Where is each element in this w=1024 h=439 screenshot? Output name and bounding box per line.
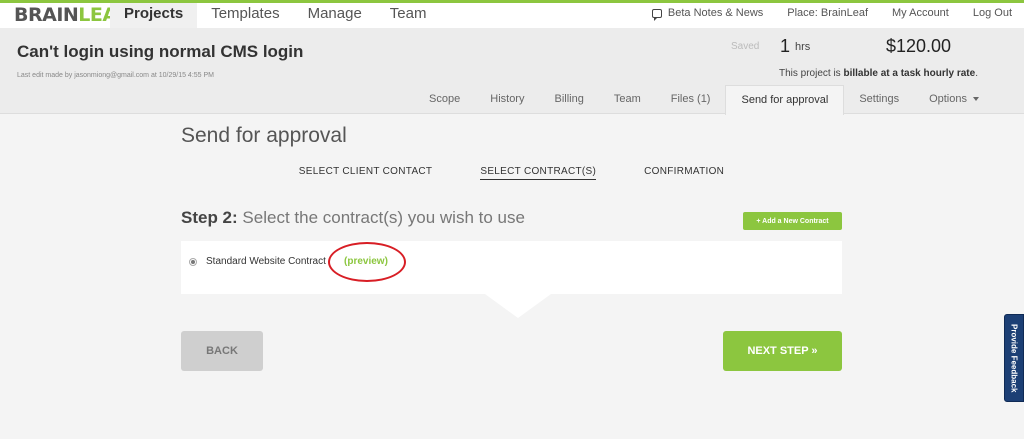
logout-link[interactable]: Log Out	[973, 7, 1012, 19]
nav-team[interactable]: Team	[376, 3, 441, 28]
tab-history[interactable]: History	[475, 85, 539, 114]
billable-info: This project is billable at a task hourl…	[779, 68, 978, 79]
contract-preview-link[interactable]: (preview)	[344, 256, 388, 267]
contract-list: Standard Website Contract (preview)	[181, 241, 842, 294]
provide-feedback-tab[interactable]: Provide Feedback	[1004, 314, 1024, 402]
tab-team[interactable]: Team	[599, 85, 656, 114]
account-nav: Beta Notes & News Place: BrainLeaf My Ac…	[628, 7, 1012, 21]
beta-notes-label: Beta Notes & News	[667, 7, 764, 19]
page-heading: Send for approval	[181, 124, 347, 147]
chat-bubble-icon	[651, 8, 662, 21]
logo-text-brain: BRAIN	[14, 4, 79, 26]
hours-unit: hrs	[795, 41, 811, 53]
back-button[interactable]: BACK	[181, 331, 263, 371]
next-step-button[interactable]: NEXT STEP »	[723, 331, 842, 371]
tab-files[interactable]: Files (1)	[656, 85, 726, 114]
tab-options-label: Options	[929, 93, 967, 105]
beta-notes-link[interactable]: Beta Notes & News	[651, 7, 764, 21]
nav-manage[interactable]: Manage	[294, 3, 376, 28]
contract-name: Standard Website Contract	[206, 256, 326, 267]
main-nav: Projects Templates Manage Team	[110, 3, 440, 28]
caret-down-icon	[973, 97, 979, 102]
contract-radio[interactable]	[189, 258, 197, 266]
nav-projects[interactable]: Projects	[110, 3, 198, 28]
step-heading: Step 2: Select the contract(s) you wish …	[181, 208, 525, 228]
project-price: $120.00	[886, 36, 952, 56]
step-select-client-contact[interactable]: SELECT CLIENT CONTACT	[299, 166, 433, 180]
place-link[interactable]: Place: BrainLeaf	[787, 7, 868, 19]
step-confirmation[interactable]: CONFIRMATION	[644, 166, 724, 180]
billable-suffix: .	[975, 68, 978, 79]
tab-billing[interactable]: Billing	[539, 85, 598, 114]
feedback-label: Provide Feedback	[1009, 323, 1019, 393]
last-edit-info: Last edit made by jasonmiong@gmail.com a…	[17, 72, 214, 79]
saved-status: Saved	[731, 41, 760, 52]
project-tabs: Scope History Billing Team Files (1) Sen…	[414, 85, 994, 115]
top-navigation: BRAINLEAF Projects Templates Manage Team…	[0, 3, 1024, 28]
step-select-contracts[interactable]: SELECT CONTRACT(S)	[480, 166, 597, 180]
hours-value: 1	[780, 36, 791, 56]
tab-send-for-approval[interactable]: Send for approval	[725, 85, 845, 115]
project-header: Can't login using normal CMS login Last …	[0, 28, 1024, 115]
wizard-steps: SELECT CLIENT CONTACT SELECT CONTRACT(S)…	[181, 166, 842, 180]
tab-settings[interactable]: Settings	[844, 85, 914, 114]
step-number: Step 2:	[181, 208, 238, 227]
my-account-link[interactable]: My Account	[892, 7, 949, 19]
panel-pointer	[485, 294, 551, 318]
nav-templates[interactable]: Templates	[197, 3, 293, 28]
project-title: Can't login using normal CMS login	[17, 42, 304, 61]
billable-rate: billable at a task hourly rate	[843, 68, 976, 79]
add-new-contract-button[interactable]: + Add a New Contract	[743, 212, 842, 230]
billable-prefix: This project is	[779, 68, 841, 79]
tab-scope[interactable]: Scope	[414, 85, 475, 114]
step-instruction: Select the contract(s) you wish to use	[242, 208, 525, 227]
tab-options[interactable]: Options	[914, 85, 994, 114]
